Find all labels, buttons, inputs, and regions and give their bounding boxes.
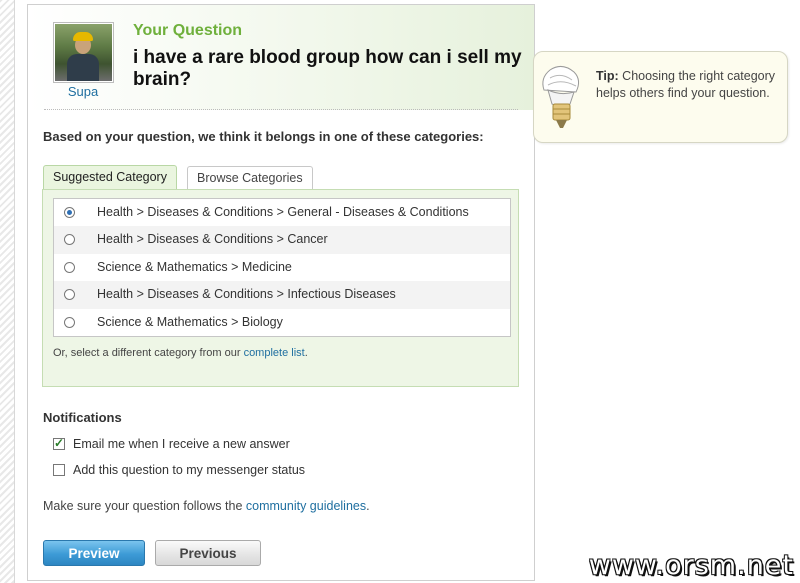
category-radio[interactable] [64, 261, 75, 273]
ask-question-panel: Supa Your Question i have a rare blood g… [27, 4, 535, 581]
alternate-category-text: Or, select a different category from our… [53, 347, 308, 359]
tip-body: Choosing the right category helps others… [596, 69, 776, 100]
guidelines-prefix: Make sure your question follows the [43, 499, 243, 513]
category-radio[interactable] [64, 207, 75, 218]
tab-browse-categories[interactable]: Browse Categories [187, 166, 313, 189]
suggested-category-panel: Health > Diseases & Conditions > General… [42, 189, 519, 387]
question-title: i have a rare blood group how can i sell… [133, 47, 522, 90]
previous-button[interactable]: Previous [155, 540, 261, 566]
email-notification-label[interactable]: Email me when I receive a new answer [73, 437, 290, 451]
email-notification-checkbox[interactable] [53, 436, 65, 450]
category-option[interactable]: Science & Mathematics > Medicine [54, 254, 510, 281]
tip-box: Tip: Choosing the right category helps o… [533, 51, 788, 143]
watermark: www.orsm.net [588, 550, 794, 581]
username-link[interactable]: Supa [54, 84, 112, 99]
page-left-border [0, 0, 15, 583]
category-option[interactable]: Health > Diseases & Conditions > General… [54, 199, 510, 226]
guidelines-notice: Make sure your question follows the comm… [43, 499, 370, 513]
category-radio[interactable] [64, 316, 75, 328]
category-prompt: Based on your question, we think it belo… [43, 129, 484, 144]
tip-text: Tip: Choosing the right category helps o… [596, 68, 776, 102]
category-radio[interactable] [64, 289, 75, 301]
category-option-label: Science & Mathematics > Biology [97, 314, 283, 329]
messenger-status-checkbox[interactable] [53, 464, 65, 476]
category-list: Health > Diseases & Conditions > General… [53, 198, 511, 337]
alternate-category-prefix: Or, select a different category from our [53, 347, 241, 359]
tab-suggested-category[interactable]: Suggested Category [43, 165, 177, 190]
category-option-label: Health > Diseases & Conditions > General… [97, 205, 469, 219]
notifications-heading: Notifications [43, 410, 122, 425]
tip-heading: Tip: [596, 69, 619, 83]
avatar[interactable] [53, 22, 114, 83]
alternate-category-suffix: . [304, 347, 308, 359]
your-question-label: Your Question [133, 22, 243, 39]
header-divider [44, 109, 518, 110]
category-option[interactable]: Science & Mathematics > Biology [54, 309, 510, 336]
avatar-image [55, 24, 112, 81]
category-option[interactable]: Health > Diseases & Conditions > Cancer [54, 226, 510, 254]
category-option[interactable]: Health > Diseases & Conditions > Infecti… [54, 281, 510, 309]
guidelines-suffix: . [366, 499, 370, 513]
community-guidelines-link[interactable]: community guidelines [246, 499, 366, 513]
category-option-label: Health > Diseases & Conditions > Cancer [97, 232, 328, 247]
messenger-status-label[interactable]: Add this question to my messenger status [73, 463, 305, 477]
category-option-label: Health > Diseases & Conditions > Infecti… [97, 287, 396, 302]
category-radio[interactable] [64, 234, 75, 246]
category-option-label: Science & Mathematics > Medicine [97, 259, 292, 274]
lightbulb-icon [542, 66, 580, 128]
complete-list-link[interactable]: complete list [244, 347, 305, 359]
preview-button[interactable]: Preview [43, 540, 145, 566]
